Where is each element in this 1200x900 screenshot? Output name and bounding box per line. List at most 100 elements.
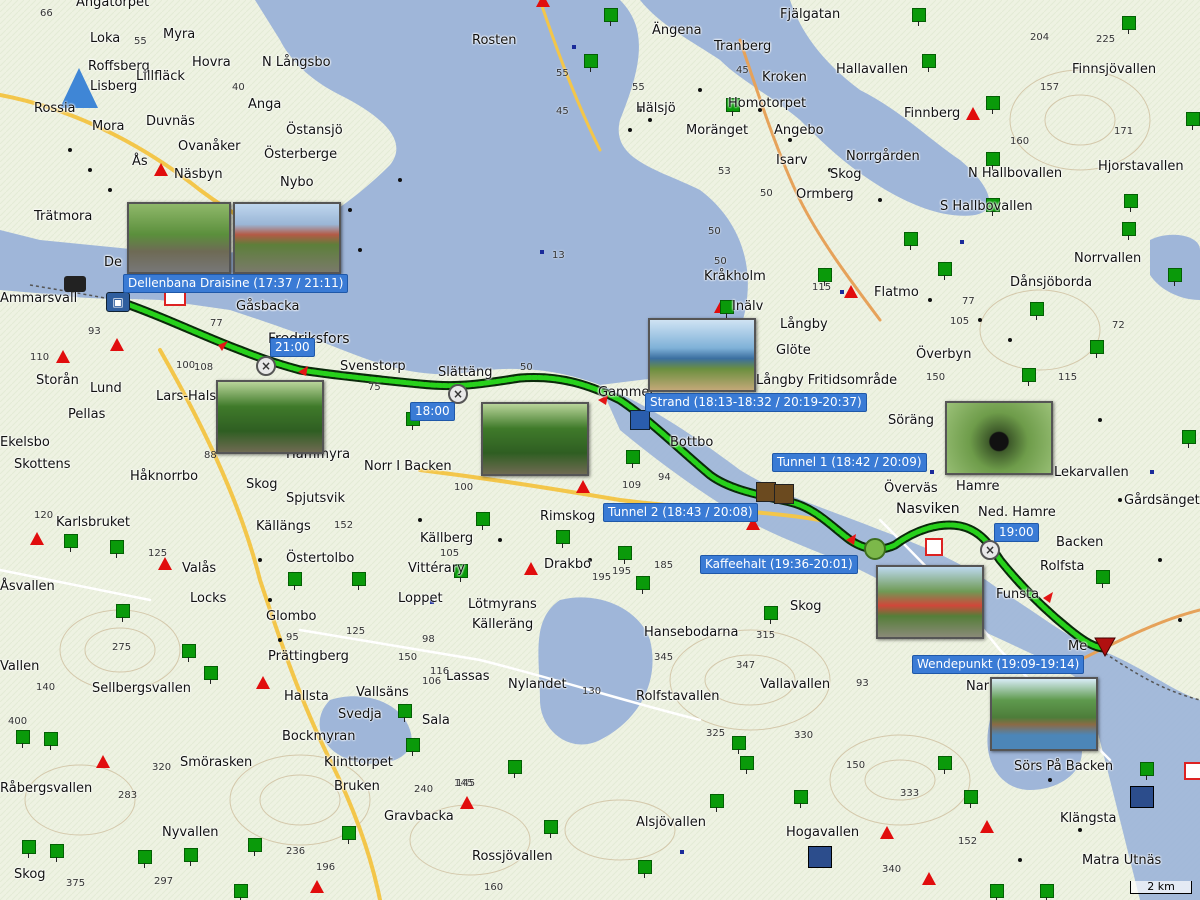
place-label: Nyvallen [162, 825, 219, 840]
route-tag-time[interactable]: 21:00 [270, 338, 315, 357]
place-label: Skog [14, 867, 46, 882]
waypoint-photo-icon[interactable] [630, 410, 650, 430]
elevation-number: 400 [8, 716, 28, 727]
place-label: Nar [966, 679, 990, 694]
elevation-number: 315 [756, 630, 776, 641]
peak-icon [310, 880, 324, 893]
route-tag-tunnel-1[interactable]: Tunnel 1 (18:42 / 20:09) [772, 453, 927, 472]
place-label: Rossjövallen [472, 849, 553, 864]
place-label: Vallen [0, 659, 40, 674]
elevation-number: 108 [194, 362, 214, 373]
route-tag-tunnel-2[interactable]: Tunnel 2 (18:43 / 20:08) [603, 503, 758, 522]
elevation-number: 125 [148, 548, 168, 559]
place-label: Lund [90, 381, 122, 396]
photo-thumbnail[interactable] [216, 380, 324, 454]
place-label: Ormberg [796, 187, 854, 202]
tree-icon [342, 826, 356, 844]
elevation-number: 100 [454, 482, 474, 493]
tree-icon [584, 54, 598, 72]
elevation-number: 53 [718, 166, 731, 177]
elevation-number: 75 [368, 382, 381, 393]
elevation-number: 204 [1030, 32, 1050, 43]
place-label: Lötmyrans [468, 597, 537, 612]
route-tag-time[interactable]: 18:00 [410, 402, 455, 421]
route-tag-strand[interactable]: Strand (18:13-18:32 / 20:19-20:37) [645, 393, 867, 412]
elevation-number: 150 [926, 372, 946, 383]
elevation-number: 106 [422, 676, 442, 687]
elevation-number: 297 [154, 876, 174, 887]
tree-icon [1090, 340, 1104, 358]
elevation-number: 100 [176, 360, 196, 371]
elevation-number: 50 [760, 188, 773, 199]
crossing-icon[interactable]: × [448, 384, 468, 404]
place-label: Skottens [14, 457, 71, 472]
photo-thumbnail[interactable] [945, 401, 1053, 475]
peak-icon [576, 480, 590, 493]
elevation-number: 340 [882, 864, 902, 875]
place-label: N Hallbovallen [968, 166, 1063, 181]
place-label: Glöte [776, 343, 811, 358]
peak-icon [256, 676, 270, 689]
photo-thumbnail[interactable] [481, 402, 589, 476]
place-label: Ovanåker [178, 139, 241, 154]
elevation-number: 45 [736, 65, 749, 76]
elevation-number: 115 [812, 282, 832, 293]
place-label: Duvnäs [146, 114, 195, 129]
tree-icon [22, 840, 36, 858]
route-tag-start[interactable]: Dellenbana Draisine (17:37 / 21:11) [123, 274, 349, 293]
train-icon[interactable]: ▣ [106, 292, 130, 312]
tree-icon [1040, 884, 1054, 900]
elevation-number: 45 [556, 106, 569, 117]
place-label: Storån [36, 373, 79, 388]
place-label: Hjorstavallen [1098, 159, 1184, 174]
elevation-number: 93 [88, 326, 101, 337]
elevation-number: 160 [484, 882, 504, 893]
place-label: Kroken [762, 70, 807, 85]
photo-thumbnail[interactable] [648, 318, 756, 392]
place-label: Skog [790, 599, 822, 614]
map-canvas[interactable]: Angatorpet Loka Myra Roffsberg Lisberg L… [0, 0, 1200, 900]
place-label: Rolfstavallen [636, 689, 720, 704]
route-tag-wendepunkt[interactable]: Wendepunkt (19:09-19:14) [912, 655, 1085, 674]
elevation-number: 160 [1010, 136, 1030, 147]
crossing-icon[interactable]: × [256, 356, 276, 376]
route-tag-kaffeehalt[interactable]: Kaffeehalt (19:36-20:01) [700, 555, 858, 574]
tunnel-icon[interactable] [774, 484, 794, 504]
tree-icon [710, 794, 724, 812]
crossing-icon[interactable]: × [980, 540, 1000, 560]
tunnel-icon[interactable] [756, 482, 776, 502]
place-label: Glombo [266, 609, 317, 624]
place-label: Hälsjö [636, 101, 676, 116]
place-label: Me [1068, 639, 1088, 654]
place-label: Skog [246, 477, 278, 492]
place-label: Hallsta [284, 689, 329, 704]
elevation-number: 95 [286, 632, 299, 643]
peak-icon [844, 285, 858, 298]
tree-icon [110, 540, 124, 558]
photo-thumbnail[interactable] [990, 677, 1098, 751]
route-tag-time[interactable]: 19:00 [994, 523, 1039, 542]
peak-icon [154, 163, 168, 176]
place-label: Drakbo [544, 557, 592, 572]
elevation-number: 195 [612, 566, 632, 577]
place-label: Ås [132, 154, 148, 169]
post-icon [925, 538, 943, 556]
tree-icon [64, 534, 78, 552]
photo-thumbnail[interactable] [127, 202, 231, 274]
place-label: Sörs På Backen [1014, 759, 1114, 774]
photo-thumbnail[interactable] [876, 565, 984, 639]
peak-icon [922, 872, 936, 885]
place-label: Källberg [420, 531, 474, 546]
place-label: Östansjö [286, 123, 343, 138]
elevation-number: 171 [1114, 126, 1134, 137]
place-label: Söräng [888, 413, 935, 428]
peak-icon [96, 755, 110, 768]
place-label: Klinttorpet [324, 755, 393, 770]
place-label: Vallavallen [760, 677, 831, 692]
cafe-icon[interactable] [864, 538, 886, 560]
place-label: Svenstorp [340, 359, 406, 374]
place-label: Finnsjövallen [1072, 62, 1157, 77]
place-label: Homotorpet [728, 96, 807, 111]
tree-icon [1030, 302, 1044, 320]
photo-thumbnail[interactable] [233, 202, 341, 274]
